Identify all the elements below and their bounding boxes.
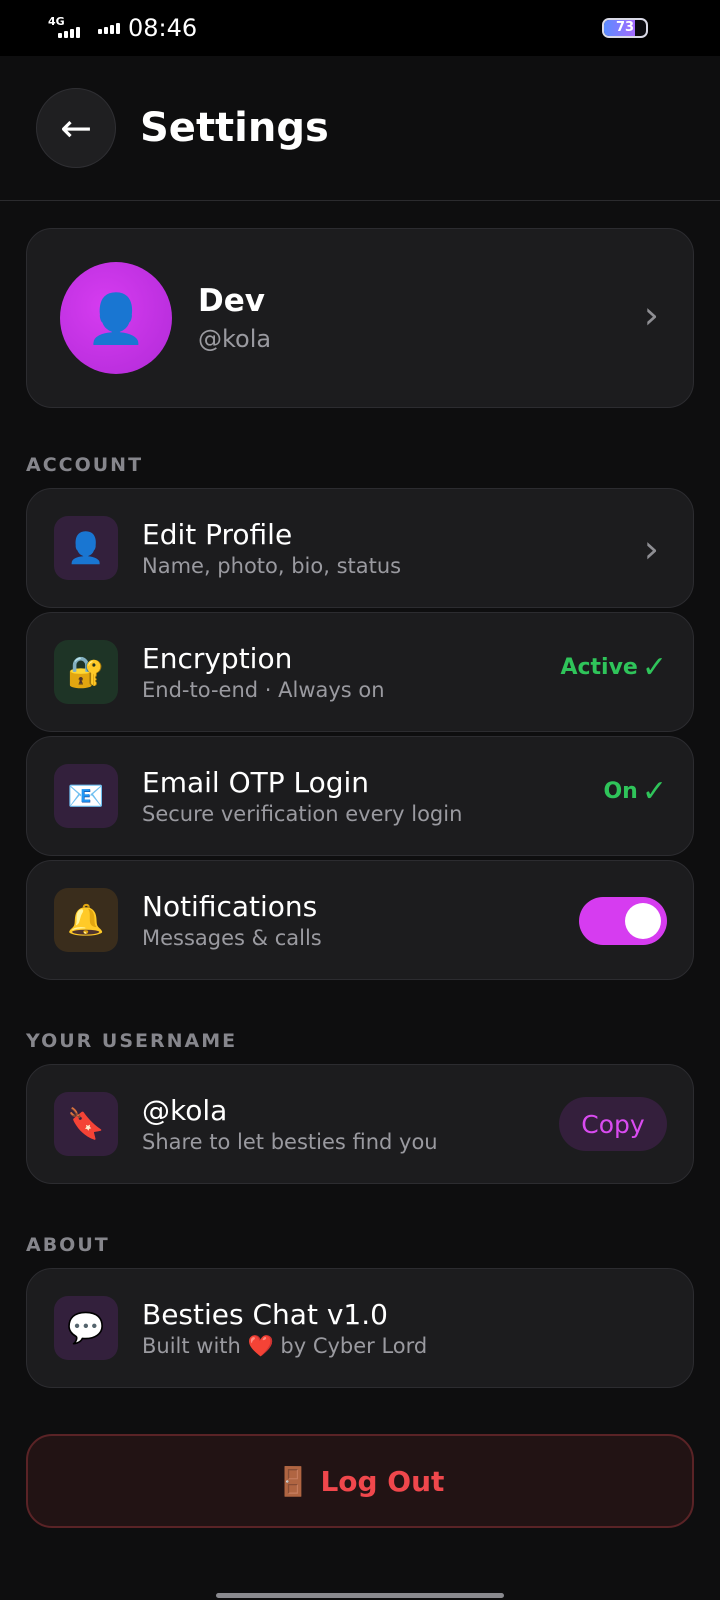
encryption-row[interactable]: 🔐 Encryption End-to-end · Always on Acti…	[26, 612, 694, 732]
about-title: Besties Chat v1.0	[142, 1297, 388, 1331]
notifications-subtitle: Messages & calls	[142, 926, 322, 950]
about-subtitle: Built with ❤️ by Cyber Lord	[142, 1334, 427, 1359]
email-icon: 📧	[54, 764, 118, 828]
copy-button[interactable]: Copy	[559, 1097, 667, 1151]
email-otp-status: On ✓	[603, 773, 667, 809]
section-label-account: ACCOUNT	[26, 454, 144, 476]
profile-name: Dev	[198, 283, 265, 319]
battery-icon: 73	[602, 18, 648, 38]
chevron-right-icon: ›	[643, 293, 659, 337]
profile-card[interactable]: 👤 Dev @kola ›	[26, 228, 694, 408]
email-otp-row[interactable]: 📧 Email OTP Login Secure verification ev…	[26, 736, 694, 856]
chevron-right-icon: ›	[643, 527, 659, 571]
network-type: 4G	[48, 15, 65, 28]
signal-icon	[98, 22, 120, 34]
section-label-about: ABOUT	[26, 1234, 110, 1256]
notifications-toggle[interactable]	[579, 897, 667, 945]
chat-bubble-icon: 💬	[54, 1296, 118, 1360]
edit-profile-row[interactable]: 👤 Edit Profile Name, photo, bio, status …	[26, 488, 694, 608]
status-bar: 4G 08:46 73	[0, 0, 720, 56]
edit-profile-title: Edit Profile	[142, 518, 293, 551]
heart-icon: ❤️	[247, 1333, 274, 1358]
notifications-title: Notifications	[142, 890, 318, 923]
section-label-username: YOUR USERNAME	[26, 1030, 238, 1052]
avatar: 👤	[60, 262, 172, 374]
encryption-status: Active ✓	[560, 649, 667, 685]
email-otp-status-label: On	[603, 779, 638, 804]
door-icon: 🚪	[275, 1464, 311, 1498]
encryption-status-label: Active	[560, 655, 638, 680]
person-icon: 👤	[86, 290, 146, 347]
about-card: 💬 Besties Chat v1.0 Built with ❤️ by Cyb…	[26, 1268, 694, 1388]
edit-profile-subtitle: Name, photo, bio, status	[142, 554, 402, 578]
home-indicator[interactable]	[216, 1593, 504, 1598]
username-card: 🔖 @kola Share to let besties find you Co…	[26, 1064, 694, 1184]
cellular-4g-icon: 4G	[48, 16, 82, 40]
arrow-left-icon: ←	[60, 106, 92, 150]
encryption-title: Encryption	[142, 642, 293, 675]
check-icon: ✓	[641, 773, 667, 809]
toggle-knob	[625, 903, 661, 939]
encryption-subtitle: End-to-end · Always on	[142, 678, 385, 702]
email-otp-subtitle: Secure verification every login	[142, 802, 463, 826]
header: ← Settings	[0, 56, 720, 201]
status-time: 08:46	[128, 14, 198, 42]
username-title: @kola	[142, 1094, 228, 1127]
back-button[interactable]: ←	[36, 88, 116, 168]
about-subtitle-pre: Built with	[142, 1333, 241, 1358]
logout-button[interactable]: 🚪 Log Out	[26, 1434, 694, 1528]
email-otp-title: Email OTP Login	[142, 766, 370, 799]
username-subtitle: Share to let besties find you	[142, 1130, 438, 1154]
page-title: Settings	[140, 105, 329, 151]
person-icon: 👤	[54, 516, 118, 580]
battery-percent: 73	[615, 20, 635, 35]
logout-label: Log Out	[320, 1464, 445, 1498]
bookmark-icon: 🔖	[54, 1092, 118, 1156]
bell-icon: 🔔	[54, 888, 118, 952]
lock-key-icon: 🔐	[54, 640, 118, 704]
notifications-row: 🔔 Notifications Messages & calls	[26, 860, 694, 980]
profile-username: @kola	[198, 325, 272, 353]
check-icon: ✓	[641, 649, 667, 685]
about-subtitle-post: by Cyber Lord	[280, 1333, 428, 1358]
